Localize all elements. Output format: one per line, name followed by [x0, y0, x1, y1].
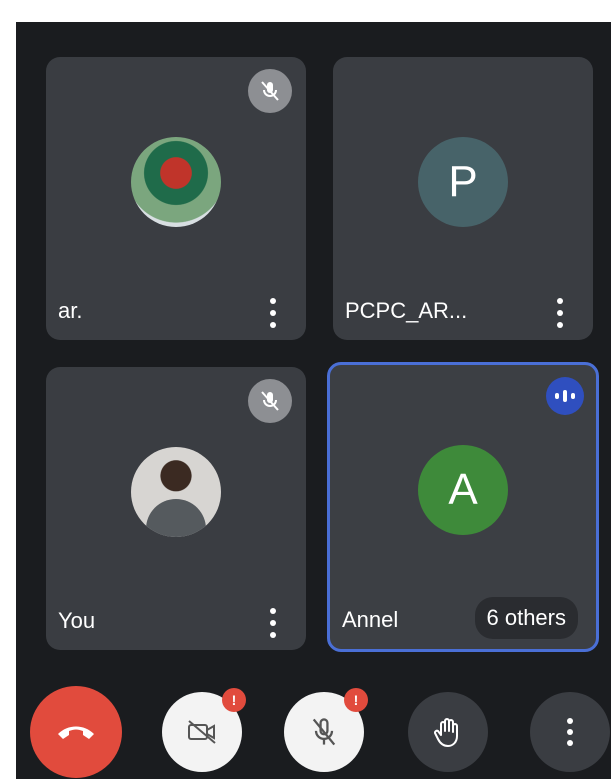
others-count-chip[interactable]: 6 others	[474, 597, 578, 639]
speaking-indicator-icon	[546, 377, 584, 415]
meeting-screen: ar. P PCPC_AR... You A Annel 6 others ! …	[16, 22, 611, 779]
more-vertical-icon	[567, 718, 573, 746]
participant-name: You	[58, 608, 96, 633]
avatar: P	[418, 136, 508, 227]
phone-hangup-icon	[58, 726, 94, 739]
muted-mic-icon	[248, 69, 292, 113]
more-options-icon[interactable]	[555, 298, 565, 328]
participant-name: Annel	[342, 607, 399, 632]
mic-toggle-button[interactable]: !	[284, 688, 368, 772]
participant-name: PCPC_AR...	[345, 298, 468, 323]
participant-name: ar.	[58, 298, 83, 323]
end-call-button[interactable]	[30, 686, 122, 778]
more-options-button[interactable]	[530, 692, 610, 772]
muted-mic-icon	[248, 379, 292, 423]
participant-tile-pcpc[interactable]: P PCPC_AR...	[333, 57, 593, 340]
avatar	[131, 136, 221, 227]
mic-off-icon	[312, 718, 336, 746]
participant-tile-you[interactable]: You	[46, 367, 306, 650]
camera-alert-badge: !	[222, 688, 246, 712]
more-options-icon[interactable]	[268, 608, 278, 638]
participant-tile-annel[interactable]: A Annel 6 others	[327, 362, 599, 652]
more-options-icon[interactable]	[268, 298, 278, 328]
raise-hand-icon	[434, 718, 458, 747]
camera-off-icon	[188, 720, 216, 744]
avatar: A	[418, 444, 508, 535]
camera-toggle-button[interactable]: !	[162, 688, 246, 772]
raise-hand-button[interactable]	[408, 692, 488, 772]
participant-tile-ar[interactable]: ar.	[46, 57, 306, 340]
mic-alert-badge: !	[344, 688, 368, 712]
avatar	[131, 446, 221, 537]
